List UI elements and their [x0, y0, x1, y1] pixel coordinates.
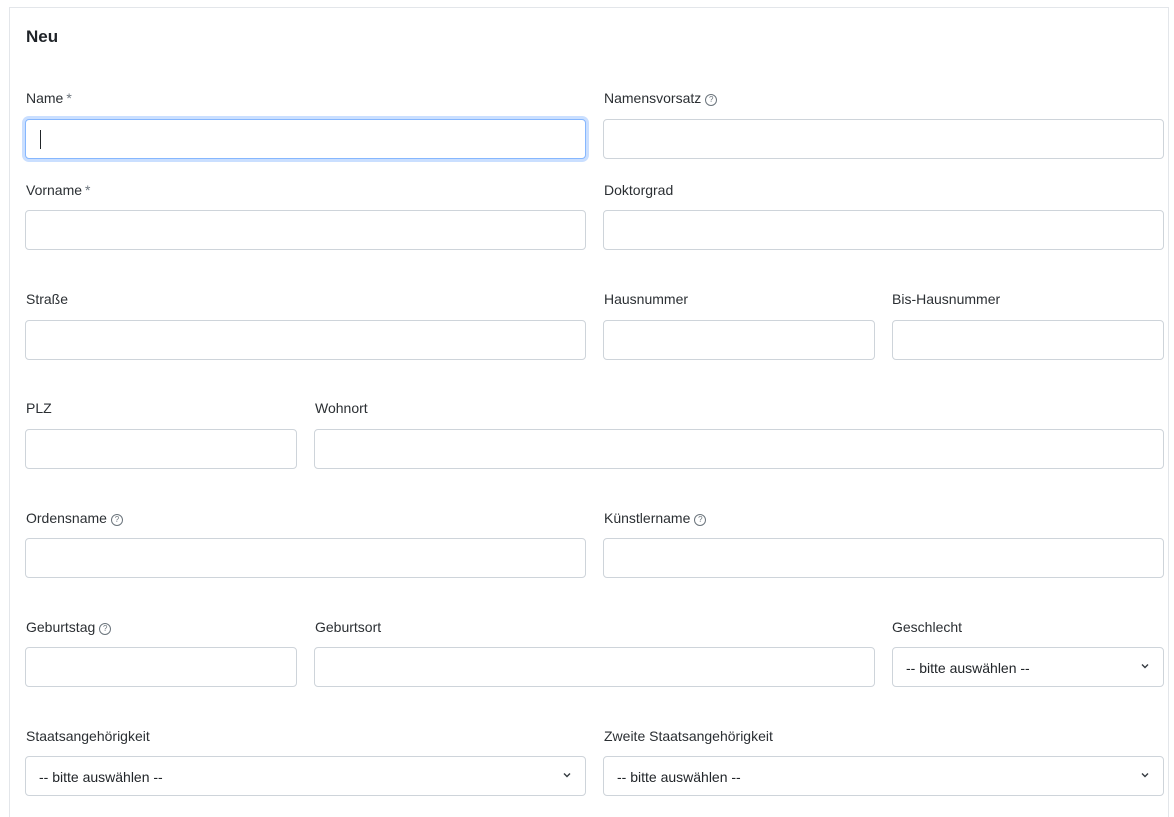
- text-caret: [40, 130, 41, 149]
- strasse-label: Straße: [26, 291, 69, 307]
- help-circle-icon[interactable]: ?: [694, 514, 707, 526]
- chevron-down-icon: [1141, 773, 1149, 778]
- geschlecht-label: Geschlecht: [892, 619, 963, 635]
- bis-hausnummer-input[interactable]: [892, 320, 1164, 360]
- chevron-down-icon: [1141, 664, 1149, 669]
- geburtstag-label: Geburtstag?: [26, 619, 112, 635]
- hausnummer-input[interactable]: [603, 320, 875, 360]
- geburtsort-input[interactable]: [314, 647, 875, 687]
- staatsangehoerigkeit-selected-value: -- bitte auswählen --: [39, 769, 163, 785]
- name-input[interactable]: [25, 119, 586, 159]
- wohnort-label: Wohnort: [315, 400, 368, 416]
- plz-input[interactable]: [25, 429, 297, 469]
- geschlecht-select[interactable]: -- bitte auswählen --: [892, 647, 1164, 687]
- required-mark: *: [66, 90, 72, 106]
- namensvorsatz-label: Namensvorsatz?: [604, 90, 718, 106]
- geburtsort-label: Geburtsort: [315, 619, 382, 635]
- doktorgrad-label: Doktorgrad: [604, 182, 674, 198]
- help-circle-icon[interactable]: ?: [99, 623, 112, 635]
- doktorgrad-input[interactable]: [603, 210, 1164, 250]
- staatsangehoerigkeit-select[interactable]: -- bitte auswählen --: [25, 756, 586, 796]
- name-label: Name *: [26, 90, 72, 106]
- geburtstag-input[interactable]: [25, 647, 297, 687]
- vorname-input[interactable]: [25, 210, 586, 250]
- hausnummer-label: Hausnummer: [604, 291, 689, 307]
- ordensname-input[interactable]: [25, 538, 586, 578]
- staatsangehoerigkeit-label: Staatsangehörigkeit: [26, 728, 150, 744]
- ordensname-label: Ordensname?: [26, 510, 123, 526]
- chevron-down-icon: [563, 773, 571, 778]
- zweite-staatsangehoerigkeit-label: Zweite Staatsangehörigkeit: [604, 728, 773, 744]
- zweite-staatsangehoerigkeit-select[interactable]: -- bitte auswählen --: [603, 756, 1164, 796]
- vorname-label: Vorname *: [26, 182, 91, 198]
- required-mark: *: [85, 182, 91, 198]
- kuenstlername-input[interactable]: [603, 538, 1164, 578]
- bis-hausnummer-label: Bis-Hausnummer: [892, 291, 1001, 307]
- form-title: Neu: [26, 27, 59, 46]
- kuenstlername-label: Künstlername?: [604, 510, 707, 526]
- plz-label: PLZ: [26, 400, 52, 416]
- strasse-input[interactable]: [25, 320, 586, 360]
- help-circle-icon[interactable]: ?: [705, 94, 718, 106]
- wohnort-input[interactable]: [314, 429, 1164, 469]
- help-circle-icon[interactable]: ?: [110, 514, 123, 526]
- geschlecht-selected-value: -- bitte auswählen --: [906, 660, 1030, 676]
- zweite-staatsangehoerigkeit-selected-value: -- bitte auswählen --: [617, 769, 741, 785]
- namensvorsatz-input[interactable]: [603, 119, 1164, 159]
